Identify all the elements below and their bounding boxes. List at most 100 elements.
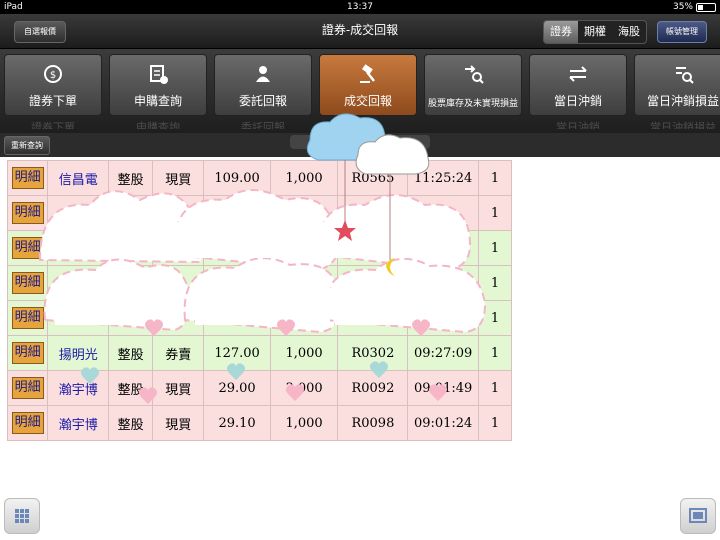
detail-button[interactable]: 明細 — [11, 202, 44, 224]
tool-label: 委託回報 — [238, 94, 287, 108]
trade-side — [152, 265, 205, 301]
trade-side — [152, 230, 205, 266]
swap-arrows-icon — [567, 63, 589, 85]
exchange-search-icon — [462, 63, 484, 85]
grid-icon — [15, 509, 29, 523]
trade-count: 1 — [477, 300, 513, 336]
trade-count: 1 — [477, 265, 513, 301]
detail-button[interactable]: 明細 — [11, 307, 44, 329]
trade-quantity — [269, 195, 339, 231]
gavel-icon — [357, 63, 379, 85]
table-row[interactable]: 明細 揚明光 整股 券賣 127.00 1,000 R0302 09:27:09 1 — [6, 335, 513, 371]
trade-quantity: 1,000 — [269, 160, 339, 196]
table-row[interactable]: 明細 1 — [6, 300, 513, 336]
table-row[interactable]: 明細 瀚宇博 整股 現買 29.00 3,000 R0092 09:01:49 1 — [6, 370, 513, 406]
refresh-query-button[interactable]: 重新查詢 — [4, 136, 50, 155]
detail-button[interactable]: 明細 — [11, 412, 44, 434]
detail-cell: 明細 — [6, 230, 49, 266]
trade-type: 整股 — [108, 160, 154, 196]
table-row[interactable]: 明細 1 — [6, 265, 513, 301]
table-row[interactable]: 明細 瀚宇博 整股 現買 29.10 1,000 R0098 09:01:24 1 — [6, 405, 513, 441]
tool-label: 當日沖銷損益 — [646, 94, 719, 108]
trade-count: 1 — [477, 160, 513, 196]
detail-cell: 明細 — [6, 300, 49, 336]
tool-subscription-query[interactable]: 申購查詢 — [109, 54, 207, 116]
stock-name: 瀚宇博 — [47, 370, 110, 406]
tool-label: 當日沖銷 — [553, 94, 602, 108]
detail-button[interactable]: 明細 — [11, 342, 44, 364]
person-icon — [252, 63, 274, 85]
stock-name — [47, 230, 110, 266]
trade-time — [407, 300, 479, 336]
segment-overseas[interactable]: 海股 — [612, 21, 646, 43]
watchlist-button[interactable]: 自選報價 — [14, 21, 66, 43]
trade-price: 109.00 — [203, 160, 271, 196]
segment-futures-options[interactable]: 期權 — [578, 21, 612, 43]
detail-cell: 明細 — [6, 335, 49, 371]
trade-price: 29.00 — [203, 370, 271, 406]
trade-price — [203, 300, 271, 336]
status-bar: iPad 13:37 35% — [0, 0, 720, 14]
detail-cell: 明細 — [6, 160, 49, 196]
table-row[interactable]: 明細 1 — [6, 230, 513, 266]
trade-side — [152, 300, 205, 336]
detail-button[interactable]: 明細 — [11, 167, 44, 189]
trade-time — [407, 195, 479, 231]
stock-name — [47, 265, 110, 301]
trade-quantity — [269, 230, 339, 266]
trade-time — [407, 230, 479, 266]
order-number: R0092 — [337, 370, 409, 406]
trade-quantity: 1,000 — [269, 405, 339, 441]
stock-name — [47, 195, 110, 231]
trade-type: 整股 — [108, 405, 154, 441]
trade-time — [407, 265, 479, 301]
tool-order-report[interactable]: 委託回報 — [214, 54, 312, 116]
tool-label: 股票庫存及未實現損益 — [427, 99, 518, 109]
trade-price — [203, 230, 271, 266]
trade-count: 1 — [477, 405, 513, 441]
tool-trade-report[interactable]: 成交回報 — [319, 54, 417, 116]
detail-button[interactable]: 明細 — [11, 237, 44, 259]
stock-name: 瀚宇博 — [47, 405, 110, 441]
svg-text:$: $ — [50, 70, 56, 81]
market-segment-control: 證券 期權 海股 — [543, 20, 647, 44]
trade-quantity — [269, 265, 339, 301]
trade-type — [108, 195, 154, 231]
trade-quantity: 3,000 — [269, 370, 339, 406]
tool-day-trade-pnl[interactable]: 當日沖銷損益 — [634, 54, 720, 116]
trade-quantity: 1,000 — [269, 335, 339, 371]
order-number — [337, 265, 409, 301]
order-number: R0302 — [337, 335, 409, 371]
table-row[interactable]: 明細 1 — [6, 195, 513, 231]
tool-reflection: 當日沖銷損益 — [650, 121, 716, 129]
grid-menu-button[interactable] — [4, 498, 40, 534]
trade-price: 29.10 — [203, 405, 271, 441]
pull-handle[interactable] — [290, 135, 430, 149]
tool-label: 成交回報 — [343, 94, 392, 108]
table-row[interactable]: 明細 信昌電 整股 現買 109.00 1,000 R0565 11:25:24 1 — [6, 160, 513, 196]
document-search-icon — [672, 63, 694, 85]
detail-button[interactable]: 明細 — [11, 377, 44, 399]
detail-button[interactable]: 明細 — [11, 272, 44, 294]
trade-type — [108, 230, 154, 266]
trade-time: 09:01:24 — [407, 405, 479, 441]
tool-label: 申購查詢 — [133, 94, 182, 108]
screen-toggle-button[interactable] — [680, 498, 716, 534]
trade-time: 11:25:24 — [407, 160, 479, 196]
segment-securities[interactable]: 證券 — [544, 21, 578, 43]
trade-side: 現買 — [152, 405, 205, 441]
tool-day-trade[interactable]: 當日沖銷 — [529, 54, 627, 116]
nav-bar: 證券-成交回報 自選報價 證券 期權 海股 帳號管理 — [0, 14, 720, 49]
detail-cell: 明細 — [6, 265, 49, 301]
trade-report-table: 明細 信昌電 整股 現買 109.00 1,000 R0565 11:25:24 1 明細 1 明細 1… — [6, 160, 513, 441]
stock-name: 信昌電 — [47, 160, 110, 196]
screen-icon — [689, 508, 707, 523]
account-management-button[interactable]: 帳號管理 — [657, 21, 707, 43]
tool-inventory-pnl[interactable]: 股票庫存及未實現損益 — [424, 54, 522, 116]
trade-count: 1 — [477, 370, 513, 406]
trade-price — [203, 265, 271, 301]
trade-price — [203, 195, 271, 231]
trade-time: 09:27:09 — [407, 335, 479, 371]
tool-order-entry[interactable]: $ 證券下單 — [4, 54, 102, 116]
stock-name — [47, 300, 110, 336]
